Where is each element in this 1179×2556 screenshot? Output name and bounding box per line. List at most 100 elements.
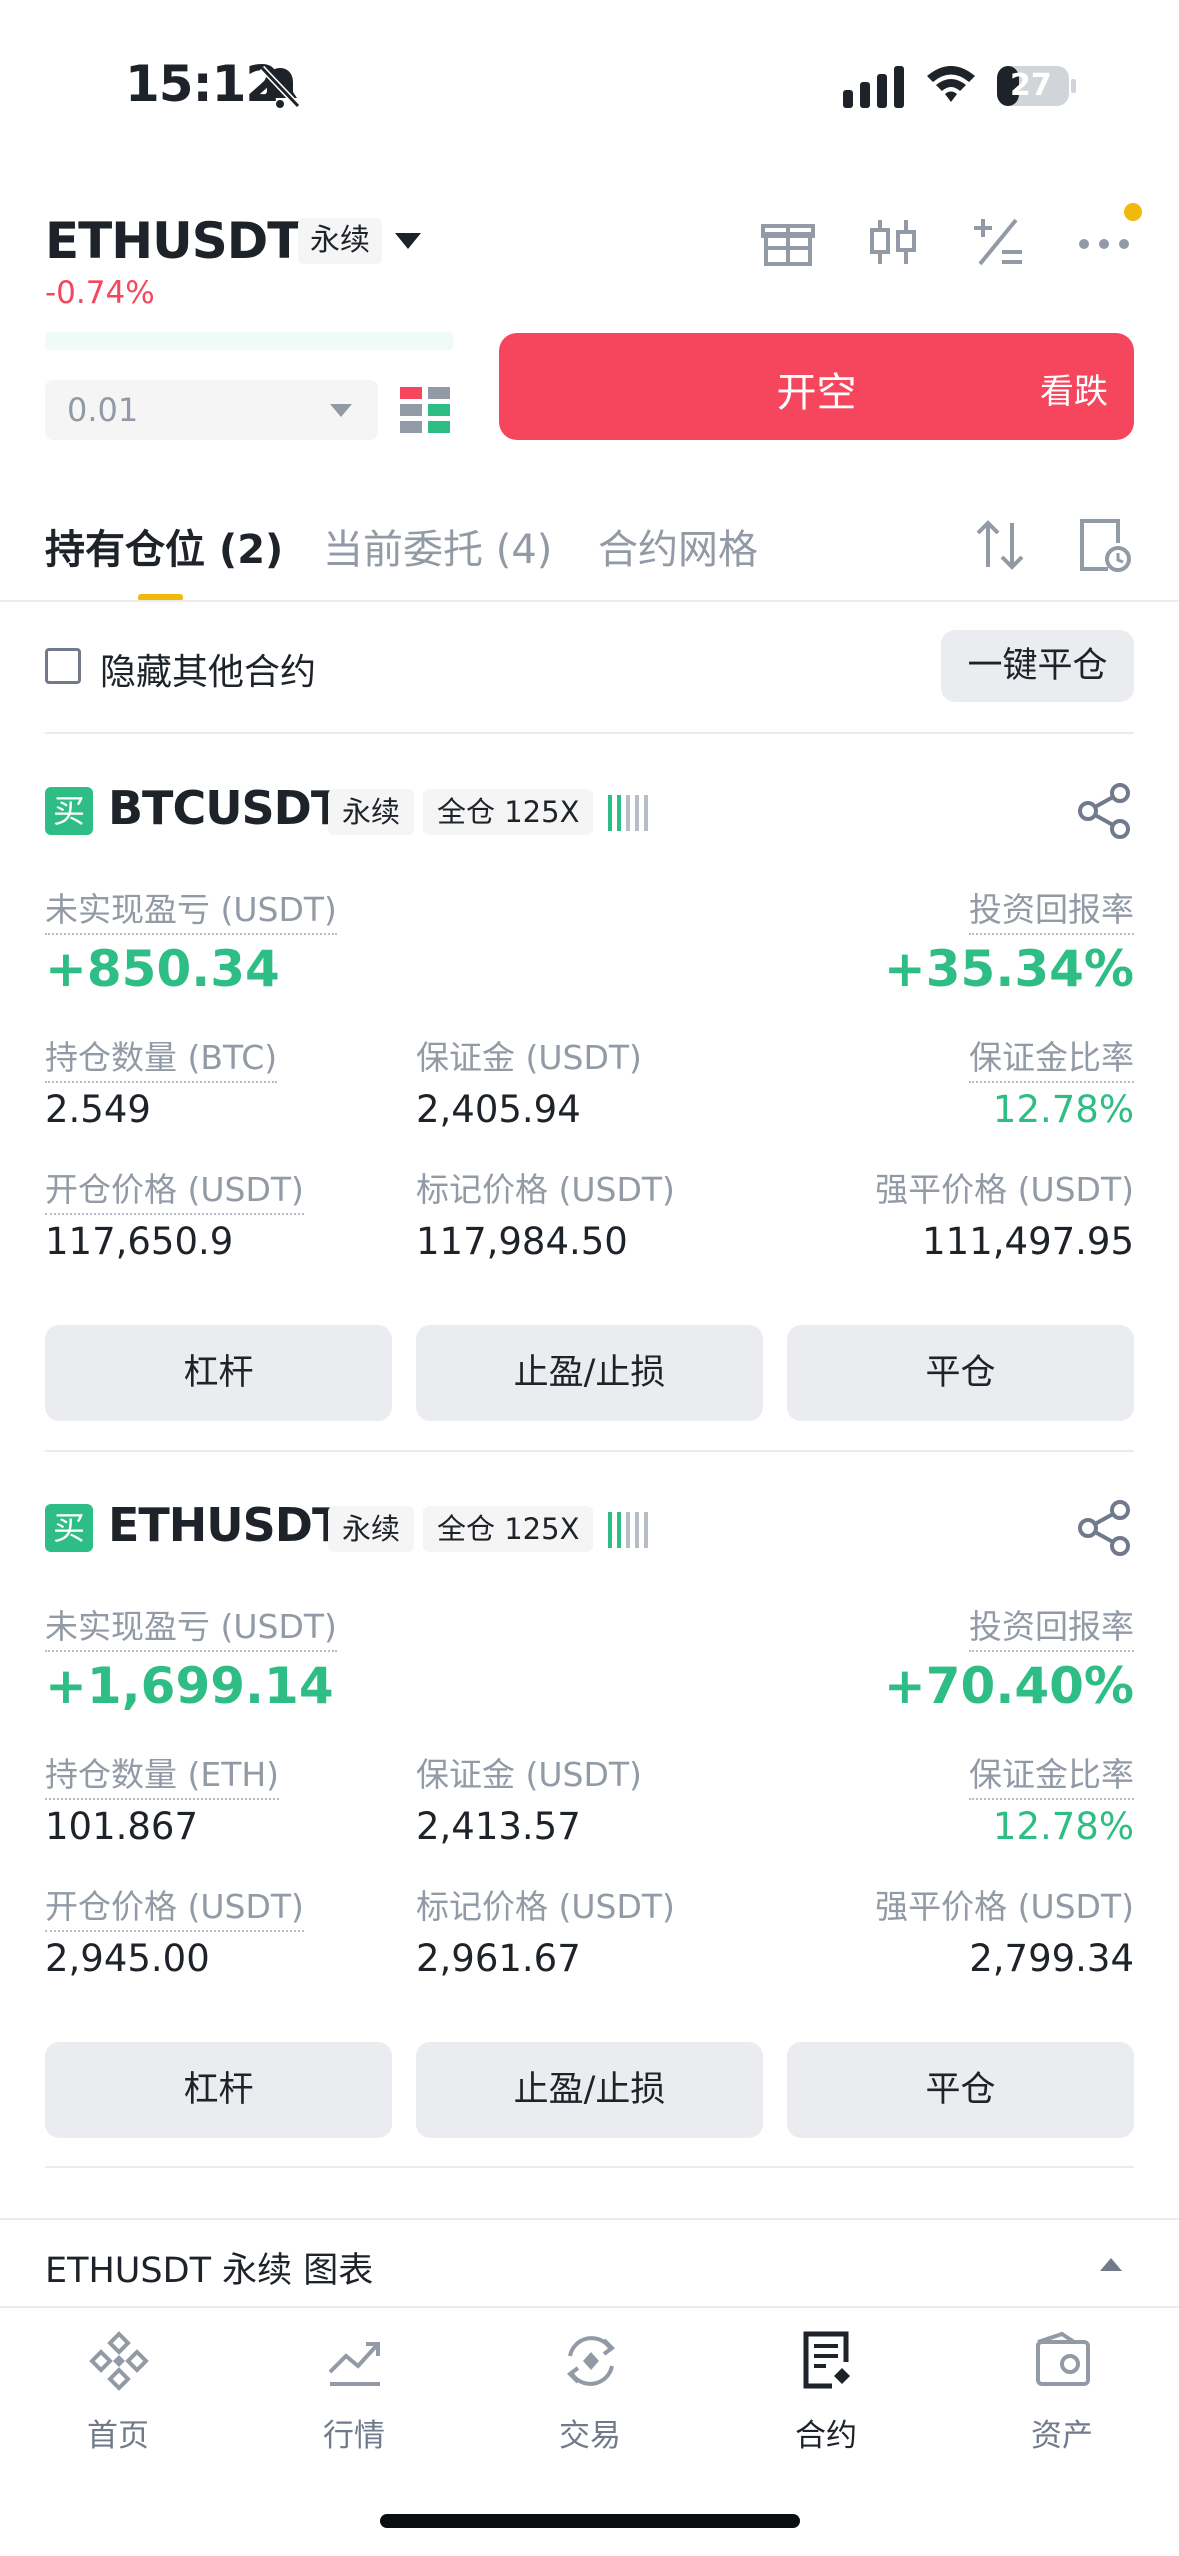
side-badge: 买 [45, 1504, 93, 1552]
nav-futures[interactable]: 合约 [708, 2310, 944, 2470]
chevron-down-icon[interactable] [395, 233, 421, 249]
depth-bar [45, 332, 453, 350]
unrealized-pnl-value: +1,699.14 [45, 1657, 334, 1715]
unrealized-pnl-label[interactable]: 未实现盈亏 (USDT) [45, 1600, 337, 1652]
chevron-up-icon[interactable] [1100, 2258, 1122, 2271]
nav-trade[interactable]: 交易 [472, 2310, 708, 2470]
share-icon[interactable] [1074, 781, 1134, 841]
gift-icon[interactable] [758, 212, 818, 272]
leverage-button[interactable]: 杠杆 [45, 2042, 392, 2138]
trade-icon [566, 2336, 616, 2386]
nav-assets[interactable]: 资产 [944, 2310, 1179, 2470]
bell-muted-icon [259, 65, 301, 109]
roi-value: +35.34% [883, 940, 1134, 998]
margin-label: 保证金 (USDT) [416, 1038, 642, 1077]
margin-ratio-value: 12.78% [992, 1805, 1134, 1848]
mark-price-value: 117,984.50 [416, 1220, 628, 1263]
tab-positions[interactable]: 持有仓位 (2) [45, 517, 283, 575]
nav-label: 首页 [87, 2418, 149, 2454]
contract-symbol[interactable]: ETHUSDT [45, 212, 301, 270]
margin-value: 2,413.57 [416, 1805, 581, 1848]
entry-price-value: 2,945.00 [45, 1937, 210, 1980]
margin-ratio-label[interactable]: 保证金比率 [969, 1748, 1134, 1800]
chart-bar-label: ETHUSDT 永续 图表 [45, 2251, 374, 2291]
home-indicator [380, 2514, 800, 2528]
liq-price-label: 强平价格 (USDT) [875, 1887, 1134, 1926]
tp-sl-button[interactable]: 止盈/止损 [416, 2042, 763, 2138]
order-book-icon[interactable] [400, 385, 450, 435]
battery-level: 27 [1010, 68, 1052, 103]
margin-mode-tag[interactable]: 全仓 125X [423, 789, 594, 835]
calculator-icon[interactable] [968, 212, 1028, 272]
liq-price-value: 2,799.34 [969, 1937, 1134, 1980]
position-size-label[interactable]: 持仓数量 (ETH) [45, 1748, 280, 1800]
nav-home[interactable]: 首页 [0, 2310, 236, 2470]
price-change: -0.74% [45, 275, 155, 311]
status-time: 15:12 [125, 55, 280, 113]
sort-icon[interactable] [970, 515, 1030, 575]
risk-level-icon [608, 795, 648, 831]
position-type-tag: 永续 [328, 789, 415, 835]
mark-price-label: 标记价格 (USDT) [416, 1887, 675, 1926]
nav-label: 资产 [1031, 2418, 1093, 2454]
nav-label: 合约 [795, 2418, 857, 2454]
quantity-select[interactable]: 0.01 [45, 380, 378, 440]
side-badge: 买 [45, 787, 93, 835]
open-short-sub: 看跌 [1040, 372, 1108, 412]
risk-level-icon [608, 1512, 648, 1548]
position-symbol[interactable]: ETHUSDT [108, 1498, 343, 1552]
hide-other-checkbox[interactable] [45, 648, 81, 684]
battery-indicator: 27 [996, 64, 1078, 108]
roi-label[interactable]: 投资回报率 [969, 883, 1134, 935]
close-position-button[interactable]: 平仓 [787, 1325, 1134, 1421]
nav-label: 交易 [559, 2418, 621, 2454]
section-divider [45, 2166, 1134, 2168]
position-card: 买 ETHUSDT 永续 全仓 125X 未实现盈亏 (USDT) +1,699… [0, 1452, 1179, 2172]
position-size-value: 101.867 [45, 1805, 199, 1848]
home-icon [89, 2331, 149, 2391]
section-divider [45, 732, 1134, 734]
tp-sl-button[interactable]: 止盈/止损 [416, 1325, 763, 1421]
nav-label: 行情 [323, 2418, 385, 2454]
wallet-icon [1036, 2331, 1090, 2386]
margin-value: 2,405.94 [416, 1088, 581, 1131]
tab-grid[interactable]: 合约网格 [598, 517, 758, 575]
tab-open-orders[interactable]: 当前委托 (4) [323, 517, 552, 575]
margin-mode-tag[interactable]: 全仓 125X [423, 1506, 594, 1552]
open-short-label: 开空 [776, 370, 857, 416]
position-symbol[interactable]: BTCUSDT [108, 781, 342, 835]
unrealized-pnl-value: +850.34 [45, 940, 280, 998]
position-size-label[interactable]: 持仓数量 (BTC) [45, 1031, 278, 1083]
more-icon[interactable] [1074, 212, 1134, 272]
quantity-value: 0.01 [67, 391, 139, 429]
entry-price-label[interactable]: 开仓价格 (USDT) [45, 1163, 304, 1215]
position-size-value: 2.549 [45, 1088, 151, 1131]
close-all-button[interactable]: 一键平仓 [941, 630, 1134, 702]
leverage-button[interactable]: 杠杆 [45, 1325, 392, 1421]
open-short-button[interactable]: 开空 看跌 [499, 333, 1134, 440]
nav-markets[interactable]: 行情 [236, 2310, 472, 2470]
mark-price-label: 标记价格 (USDT) [416, 1170, 675, 1209]
liq-price-label: 强平价格 (USDT) [875, 1170, 1134, 1209]
roi-label[interactable]: 投资回报率 [969, 1600, 1134, 1652]
cellular-signal-icon [843, 66, 904, 108]
margin-ratio-value: 12.78% [992, 1088, 1134, 1131]
chart-toggle-bar[interactable]: ETHUSDT 永续 图表 [0, 2218, 1179, 2308]
liq-price-value: 111,497.95 [922, 1220, 1134, 1263]
tabs-divider [0, 600, 1179, 602]
markets-icon [328, 2342, 380, 2386]
wifi-icon [927, 66, 975, 102]
close-position-button[interactable]: 平仓 [787, 2042, 1134, 2138]
roi-value: +70.40% [883, 1657, 1134, 1715]
entry-price-label[interactable]: 开仓价格 (USDT) [45, 1880, 304, 1932]
mark-price-value: 2,961.67 [416, 1937, 581, 1980]
position-type-tag: 永续 [328, 1506, 415, 1552]
futures-icon [803, 2331, 850, 2389]
unrealized-pnl-label[interactable]: 未实现盈亏 (USDT) [45, 883, 337, 935]
margin-ratio-label[interactable]: 保证金比率 [969, 1031, 1134, 1083]
position-card: 买 BTCUSDT 永续 全仓 125X 未实现盈亏 (USDT) +850.3… [0, 735, 1179, 1455]
candlestick-icon[interactable] [863, 212, 923, 272]
history-icon[interactable] [1074, 515, 1134, 575]
hide-other-label: 隐藏其他合约 [100, 652, 317, 693]
share-icon[interactable] [1074, 1498, 1134, 1558]
